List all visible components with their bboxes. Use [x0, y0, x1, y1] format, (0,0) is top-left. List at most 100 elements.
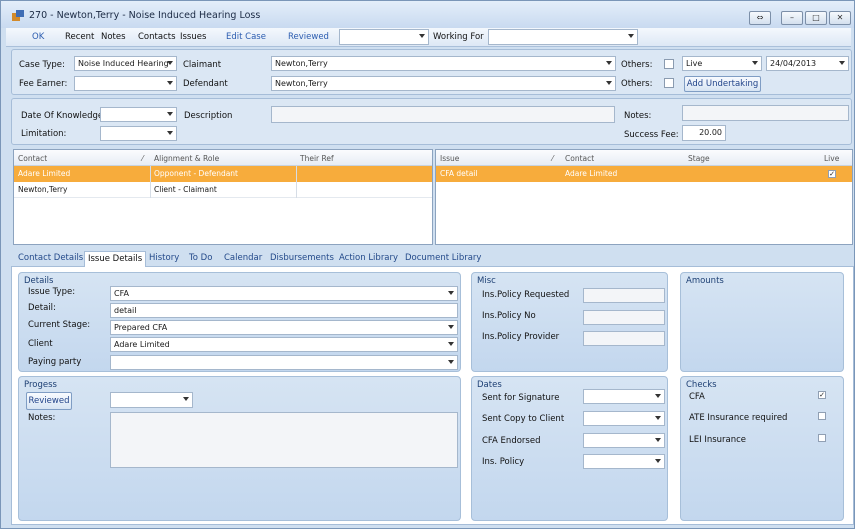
column-header[interactable]: Stage — [688, 154, 710, 163]
cfa-checkbox[interactable]: ✓ — [818, 391, 826, 399]
issue-type-dropdown[interactable]: CFA — [110, 286, 458, 301]
status-dropdown[interactable]: Live — [682, 56, 762, 71]
chevron-down-icon — [655, 416, 661, 420]
working-for-dropdown[interactable] — [488, 29, 638, 45]
lei-checkbox[interactable] — [818, 434, 826, 442]
table-row[interactable]: CFA detail Adare Limited ✓ — [436, 166, 852, 182]
claimant-dropdown[interactable]: Newton,Terry — [271, 56, 616, 71]
case-type-dropdown[interactable]: Noise Induced Hearing — [74, 56, 177, 71]
claimant-label: Claimant — [183, 60, 222, 70]
tab-document-library[interactable]: Document Library — [405, 253, 481, 263]
client-dropdown[interactable]: Adare Limited — [110, 337, 458, 352]
description-input[interactable] — [271, 106, 615, 123]
minimize-button[interactable]: – — [781, 11, 803, 25]
cfa-endorsed-date[interactable] — [583, 433, 665, 448]
sent-signature-date[interactable] — [583, 389, 665, 404]
status-value: Live — [686, 59, 703, 68]
reviewed-button[interactable]: Reviewed — [26, 392, 72, 410]
column-header[interactable]: Contact — [18, 154, 47, 163]
role-cell: Opponent - Defendant — [154, 169, 238, 178]
tab-contact-details[interactable]: Contact Details — [18, 253, 83, 263]
reviewed-dropdown[interactable] — [110, 392, 193, 408]
fee-earner-label: Fee Earner: — [19, 79, 68, 89]
knowledge-panel: Date Of Knowledge Limitation: Descriptio… — [11, 98, 852, 145]
paying-party-label: Paying party — [28, 357, 82, 367]
tab-disbursements[interactable]: Disbursements — [270, 253, 334, 263]
progress-notes-input[interactable] — [110, 412, 458, 468]
description-label: Description — [184, 111, 233, 121]
table-row[interactable]: Newton,Terry Client - Claimant — [14, 182, 432, 198]
chevron-down-icon — [448, 325, 454, 329]
ok-button[interactable]: OK — [32, 32, 44, 42]
close-button[interactable]: ✕ — [829, 11, 851, 25]
misc-group: Misc Ins.Policy Requested Ins.Policy No … — [471, 272, 668, 372]
tab-calendar[interactable]: Calendar — [224, 253, 262, 263]
column-header[interactable]: Their Ref — [300, 154, 334, 163]
sent-copy-date[interactable] — [583, 411, 665, 426]
tab-to-do[interactable]: To Do — [189, 253, 212, 263]
working-for-label: Working For — [433, 32, 484, 42]
issue-type-value: CFA — [114, 289, 129, 298]
ins-policy-date[interactable] — [583, 454, 665, 469]
maximize-button[interactable]: □ — [805, 11, 827, 25]
restore-icon[interactable]: ⇔ — [749, 11, 771, 25]
grid-header: Contact ⁄ Alignment & Role Their Ref — [14, 150, 432, 166]
ate-checkbox[interactable] — [818, 412, 826, 420]
date-picker[interactable]: 24/04/2013 — [766, 56, 849, 71]
column-header[interactable]: Issue — [440, 154, 459, 163]
edit-case-button[interactable]: Edit Case — [226, 32, 266, 42]
progress-title: Progess — [24, 380, 57, 390]
contact-cell: Adare Limited — [18, 169, 71, 178]
current-stage-dropdown[interactable]: Prepared CFA — [110, 320, 458, 335]
chevron-down-icon — [167, 131, 173, 135]
progress-notes-label: Notes: — [28, 413, 56, 423]
checks-title: Checks — [686, 380, 717, 390]
column-header[interactable]: Contact — [565, 154, 594, 163]
chevron-down-icon — [655, 459, 661, 463]
claimant-value: Newton,Terry — [275, 59, 328, 68]
limitation-label: Limitation: — [21, 129, 67, 139]
chevron-down-icon — [183, 397, 189, 401]
recent-button[interactable]: Recent — [65, 32, 94, 42]
limitation-dropdown[interactable] — [100, 126, 177, 141]
reviewed-dropdown[interactable] — [339, 29, 429, 45]
chevron-down-icon — [606, 61, 612, 65]
column-header[interactable]: Live — [824, 154, 839, 163]
amounts-group: Amounts — [680, 272, 844, 372]
tab-action-library[interactable]: Action Library — [339, 253, 398, 263]
sent-signature-label: Sent for Signature — [482, 393, 560, 403]
success-fee-input[interactable]: 20.00 — [682, 125, 726, 141]
issue-type-label: Issue Type: — [28, 287, 76, 297]
policy-no-label: Ins.Policy No — [482, 311, 536, 321]
tab-strip: Contact Details Issue Details History To… — [11, 251, 846, 267]
fee-earner-dropdown[interactable] — [74, 76, 177, 91]
notes-button[interactable]: Notes — [101, 32, 126, 42]
policy-provider-input[interactable] — [583, 331, 665, 346]
policy-no-input[interactable] — [583, 310, 665, 325]
add-undertaking-button[interactable]: Add Undertaking — [684, 76, 761, 92]
chevron-down-icon — [167, 61, 173, 65]
tab-issue-details[interactable]: Issue Details — [84, 251, 147, 267]
defendant-dropdown[interactable]: Newton,Terry — [271, 76, 616, 91]
table-row[interactable]: Adare Limited Opponent - Defendant — [14, 166, 432, 182]
policy-requested-input[interactable] — [583, 288, 665, 303]
reviewed-button[interactable]: Reviewed — [288, 32, 329, 42]
tab-history[interactable]: History — [149, 253, 179, 263]
chevron-down-icon — [628, 34, 634, 38]
column-header[interactable]: Alignment & Role — [154, 154, 219, 163]
others-checkbox[interactable] — [664, 78, 674, 88]
paying-party-dropdown[interactable] — [110, 355, 458, 370]
grid-header: Issue ⁄ Contact Stage Live — [436, 150, 852, 166]
column-divider — [296, 166, 297, 198]
notes-input[interactable] — [682, 105, 849, 121]
chevron-down-icon — [448, 360, 454, 364]
contacts-button[interactable]: Contacts — [138, 32, 176, 42]
policy-requested-label: Ins.Policy Requested — [482, 290, 570, 300]
cfa-check-label: CFA — [689, 392, 705, 402]
issues-button[interactable]: Issues — [180, 32, 206, 42]
chevron-down-icon — [167, 112, 173, 116]
date-of-knowledge-dropdown[interactable] — [100, 107, 177, 122]
others-checkbox[interactable] — [664, 59, 674, 69]
live-checkbox[interactable]: ✓ — [828, 170, 836, 178]
detail-input[interactable]: detail — [110, 303, 458, 318]
